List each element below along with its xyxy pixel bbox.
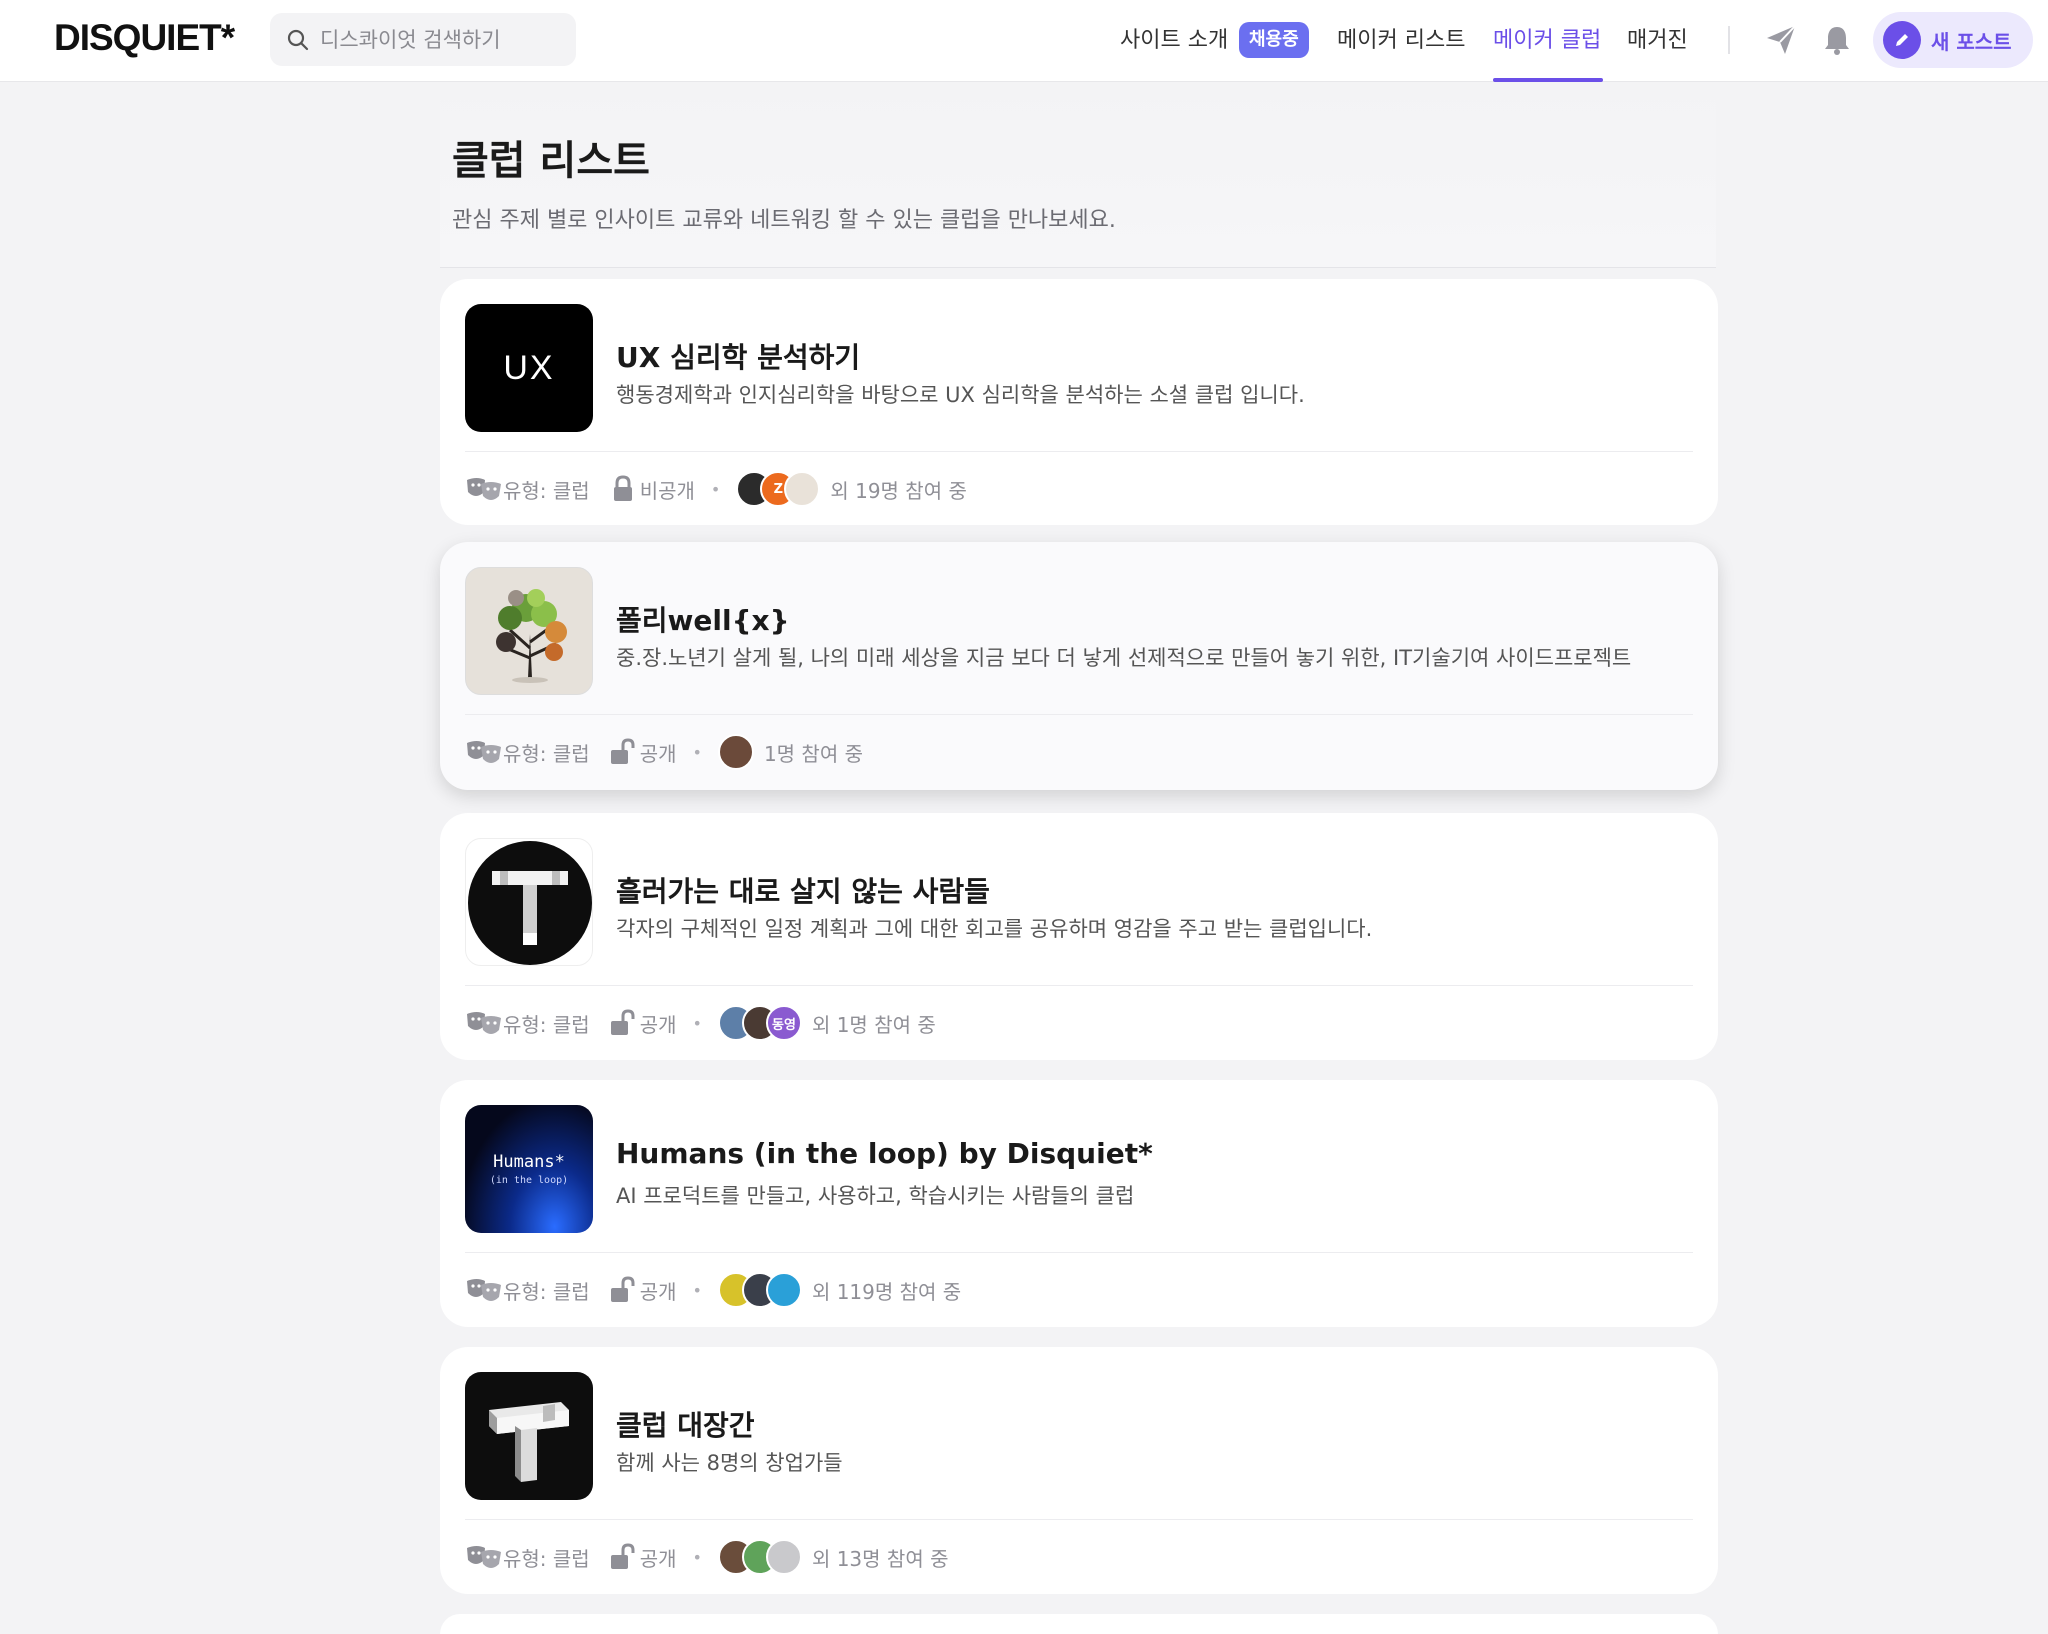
- card-divider: [465, 1252, 1693, 1253]
- new-post-button[interactable]: 새 포스트: [1873, 12, 2033, 68]
- meta-dot: •: [692, 1013, 702, 1033]
- avatar: [765, 1272, 802, 1308]
- meta-dot: •: [692, 742, 702, 762]
- club-type: 유형: 클럽: [503, 478, 590, 503]
- club-meta: 유형: 클럽 공개 • 동영 외 1명 참여 중: [465, 1003, 936, 1043]
- club-visibility: 공개: [639, 1279, 677, 1304]
- search-input[interactable]: [320, 27, 560, 52]
- club-visibility: 공개: [639, 1546, 677, 1571]
- club-meta: 유형: 클럽 공개 • 외 119명 참여 중: [465, 1270, 961, 1310]
- lock-open-icon: [610, 1009, 635, 1035]
- header-divider: [1728, 26, 1730, 54]
- meta-dot: •: [710, 479, 721, 499]
- theater-masks-icon: [467, 1279, 501, 1301]
- club-type: 유형: 클럽: [503, 1279, 590, 1304]
- club-title[interactable]: Humans (in the loop) by Disquiet*: [616, 1137, 1153, 1170]
- nav-maker-club[interactable]: 메이커 클럽: [1493, 22, 1601, 54]
- participants-count: 외 13명 참여 중: [811, 1546, 949, 1571]
- nav-magazine[interactable]: 매거진: [1627, 22, 1688, 54]
- lock-closed-icon: [613, 475, 632, 501]
- participants-count: 1명 참여 중: [763, 741, 863, 766]
- participants-count: 외 119명 참여 중: [811, 1279, 962, 1304]
- card-divider: [465, 985, 1693, 986]
- club-meta: 유형: 클럽 비공개 • Z 외 19명 참여 중: [465, 469, 967, 509]
- club-thumbnail: Humans* (in the loop): [465, 1105, 593, 1233]
- bell-icon[interactable]: [1819, 22, 1855, 58]
- club-type: 유형: 클럽: [503, 741, 590, 766]
- member-avatars[interactable]: [717, 1272, 802, 1308]
- meta-dot: •: [692, 1280, 702, 1300]
- member-avatars[interactable]: Z: [736, 471, 821, 507]
- member-avatars[interactable]: [717, 1539, 802, 1575]
- club-meta: 유형: 클럽 공개 • 외 13명 참여 중: [465, 1537, 948, 1577]
- club-description: AI 프로덕트를 만들고, 사용하고, 학습시키는 사람들의 클럽: [616, 1184, 1135, 1208]
- club-thumbnail: [465, 838, 593, 966]
- club-thumbnail: [465, 1372, 593, 1500]
- theater-masks-icon: [467, 741, 501, 763]
- nav-maker-list[interactable]: 메이커 리스트: [1337, 22, 1465, 54]
- page-subtitle: 관심 주제 별로 인사이트 교류와 네트워킹 할 수 있는 클럽을 만나보세요.: [452, 208, 1116, 233]
- tree-image: [496, 589, 567, 683]
- theater-masks-icon: [467, 478, 501, 500]
- club-title[interactable]: 클럽 대장간: [616, 1404, 755, 1444]
- club-type: 유형: 클럽: [503, 1012, 590, 1037]
- club-visibility: 공개: [639, 741, 677, 766]
- club-meta: 유형: 클럽 공개 • 1명 참여 중: [465, 732, 863, 772]
- club-thumbnail: [465, 567, 593, 695]
- card-divider: [465, 714, 1693, 715]
- thumb-humans-title: Humans*: [493, 1152, 565, 1172]
- card-divider: [465, 451, 1693, 452]
- avatar: [784, 471, 821, 507]
- club-visibility: 비공개: [639, 478, 695, 503]
- send-icon[interactable]: [1763, 22, 1799, 58]
- nav-site-intro[interactable]: 사이트 소개: [1120, 22, 1228, 54]
- club-description: 함께 사는 8명의 창업가들: [616, 1451, 843, 1475]
- club-card[interactable]: 클럽 대장간 함께 사는 8명의 창업가들 유형: 클럽 공개 • 외 13명 …: [440, 1347, 1718, 1594]
- club-description: 각자의 구체적인 일정 계획과 그에 대한 회고를 공유하며 영감을 주고 받는…: [616, 917, 1373, 941]
- club-description: 중.장.노년기 살게 될, 나의 미래 세상을 지금 보다 더 낳게 선제적으로…: [616, 646, 1632, 670]
- meta-dot: •: [692, 1547, 702, 1567]
- page-title: 클럽 리스트: [452, 138, 650, 184]
- hiring-badge[interactable]: 채용중: [1239, 22, 1309, 58]
- club-thumbnail: UX: [465, 304, 593, 432]
- club-title[interactable]: 흘러가는 대로 살지 않는 사람들: [616, 870, 990, 910]
- theater-masks-icon: [467, 1012, 501, 1034]
- 3d-t-logo-image: [489, 1402, 569, 1482]
- t-logo-image: [468, 841, 592, 965]
- club-card[interactable]: Humans* (in the loop) Humans (in the loo…: [440, 1080, 1718, 1327]
- club-type: 유형: 클럽: [503, 1546, 590, 1571]
- member-avatars[interactable]: [717, 734, 754, 770]
- club-title[interactable]: 폴리well{x}: [616, 599, 790, 639]
- thumb-humans-sub: (in the loop): [489, 1175, 569, 1186]
- search-box[interactable]: [270, 13, 576, 66]
- disquiet-logo[interactable]: DISQUIET*: [54, 17, 235, 59]
- avatar: [717, 734, 754, 770]
- club-card-partial: [440, 1614, 1718, 1634]
- club-card[interactable]: 흘러가는 대로 살지 않는 사람들 각자의 구체적인 일정 계획과 그에 대한 …: [440, 813, 1718, 1060]
- avatar: [765, 1539, 802, 1575]
- club-description: 행동경제학과 인지심리학을 바탕으로 UX 심리학을 분석하는 소셜 클럽 입니…: [616, 383, 1305, 407]
- theater-masks-icon: [467, 1546, 501, 1568]
- lock-open-icon: [610, 1543, 635, 1569]
- card-divider: [465, 1519, 1693, 1520]
- club-card[interactable]: UX UX 심리학 분석하기 행동경제학과 인지심리학을 바탕으로 UX 심리학…: [440, 279, 1718, 525]
- search-icon: [287, 29, 309, 50]
- club-title[interactable]: UX 심리학 분석하기: [616, 336, 860, 376]
- thumb-ux-text: UX: [503, 348, 555, 387]
- avatar: 동영: [765, 1005, 802, 1041]
- lock-open-icon: [610, 1276, 635, 1302]
- member-avatars[interactable]: 동영: [717, 1005, 802, 1041]
- club-visibility: 공개: [639, 1012, 677, 1037]
- lock-open-icon: [610, 738, 635, 764]
- top-header: DISQUIET* 사이트 소개 채용중 메이커 리스트 메이커 클럽 매거진 …: [0, 0, 2048, 82]
- participants-count: 외 1명 참여 중: [811, 1012, 936, 1037]
- participants-count: 외 19명 참여 중: [830, 478, 967, 503]
- club-card[interactable]: 폴리well{x} 중.장.노년기 살게 될, 나의 미래 세상을 지금 보다 …: [440, 542, 1718, 790]
- pencil-icon: [1883, 21, 1921, 59]
- new-post-label: 새 포스트: [1931, 29, 2012, 54]
